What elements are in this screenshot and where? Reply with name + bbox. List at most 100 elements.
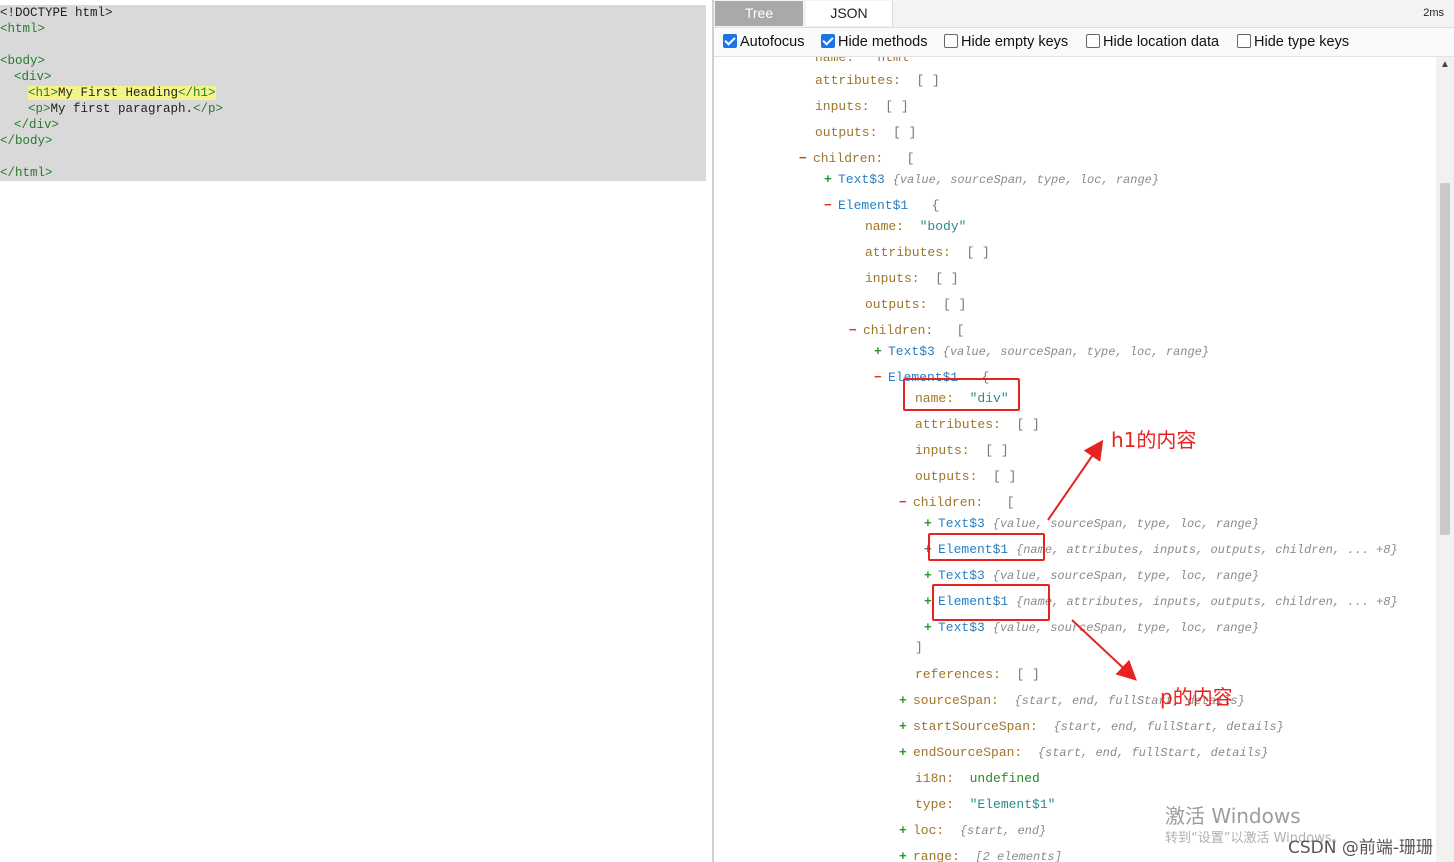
tree-row-close-bracket: ] — [915, 639, 923, 657]
empty-array: [ ] — [1016, 417, 1040, 432]
highlight-box-h1-element — [928, 533, 1045, 561]
code-line-body-open: <body> — [0, 53, 45, 69]
tree-row-outputs[interactable]: outputs: [ ] — [865, 296, 966, 314]
tab-json[interactable]: JSON — [806, 1, 893, 26]
div-close-tag: </div> — [14, 118, 60, 132]
tree-row-text3[interactable]: + Text$3 {value, sourceSpan, type, loc, r… — [924, 567, 1259, 585]
p-text: My first paragraph. — [50, 102, 194, 116]
tree-row-references[interactable]: references: [ ] — [915, 666, 1040, 684]
tree-row-attributes[interactable]: attributes: [ ] — [815, 72, 940, 90]
scroll-thumb[interactable] — [1440, 183, 1450, 535]
collapse-toggle[interactable]: − — [849, 322, 863, 340]
tree-row-i18n[interactable]: i18n: undefined — [915, 770, 1040, 788]
csdn-author-label: CSDN @前端-珊珊 — [1288, 838, 1434, 858]
hide-methods-checkbox[interactable] — [821, 34, 835, 48]
tree-row-loc[interactable]: + loc: {start, end} — [899, 822, 1046, 840]
key-inputs: inputs: — [815, 99, 870, 114]
tree-row-inputs[interactable]: inputs: [ ] — [915, 442, 1009, 460]
expand-toggle[interactable]: + — [899, 718, 913, 736]
tree-row-children[interactable]: − children: [ — [849, 322, 964, 340]
key-outputs: outputs: — [915, 469, 978, 484]
annotation-h1: h1的内容 — [1111, 428, 1197, 452]
key-children: children: — [863, 323, 934, 338]
option-hide-methods[interactable]: Hide methods — [821, 34, 927, 50]
tree-row-outputs[interactable]: outputs: [ ] — [815, 124, 916, 142]
node-summary: {name, attributes, inputs, outputs, chil… — [1016, 595, 1398, 609]
expand-toggle[interactable]: + — [824, 171, 838, 189]
tree-row-name-body[interactable]: name: "body" — [865, 218, 966, 236]
tree-row-outputs[interactable]: outputs: [ ] — [915, 468, 1016, 486]
tree-row-attributes[interactable]: attributes: [ ] — [865, 244, 990, 262]
tree-row-inputs[interactable]: inputs: [ ] — [865, 270, 959, 288]
tree-row-text3[interactable]: + Text$3 {value, sourceSpan, type, loc, r… — [924, 515, 1259, 533]
hide-type-keys-checkbox[interactable] — [1237, 34, 1251, 48]
option-hide-type-keys[interactable]: Hide type keys — [1237, 34, 1349, 50]
expand-toggle[interactable]: + — [924, 619, 938, 637]
node-summary: {value, sourceSpan, type, loc, range} — [992, 621, 1260, 635]
type-text3: Text$3 — [938, 516, 985, 531]
expand-toggle[interactable]: + — [899, 692, 913, 710]
expand-toggle[interactable]: + — [924, 515, 938, 533]
html-close-tag: </html> — [0, 166, 53, 180]
tree-row-name-cut: name: "html" — [815, 57, 916, 67]
code-line-div-open: <div> — [14, 69, 52, 85]
tree-scrollbar[interactable]: ▲ — [1436, 57, 1454, 862]
body-open-tag: <body> — [0, 54, 46, 68]
collapse-toggle[interactable]: − — [899, 494, 913, 512]
expand-toggle[interactable]: + — [924, 567, 938, 585]
tree-row-children[interactable]: − children: [ — [899, 494, 1014, 512]
key-inputs: inputs: — [915, 443, 970, 458]
collapse-toggle[interactable]: − — [824, 197, 838, 215]
scroll-up-icon[interactable]: ▲ — [1440, 60, 1450, 70]
tree-row-type[interactable]: type: "Element$1" — [915, 796, 1055, 814]
expand-toggle[interactable]: + — [899, 744, 913, 762]
tree-row-attributes[interactable]: attributes: [ ] — [915, 416, 1040, 434]
h1-close-tag: </h1> — [178, 86, 216, 100]
type-text3: Text$3 — [838, 172, 885, 187]
code-line-doctype: <!DOCTYPE html> — [0, 5, 113, 21]
option-hide-location-data[interactable]: Hide location data — [1086, 34, 1219, 50]
tree-row-text3[interactable]: + Text$3 {value, sourceSpan, type, loc, r… — [824, 171, 1159, 189]
expand-toggle[interactable]: + — [899, 848, 913, 862]
autofocus-checkbox[interactable] — [723, 34, 737, 48]
type-text3: Text$3 — [888, 344, 935, 359]
hide-location-data-checkbox[interactable] — [1086, 34, 1100, 48]
empty-array: [ ] — [916, 73, 940, 88]
option-autofocus[interactable]: Autofocus — [723, 34, 805, 50]
value-type: "Element$1" — [969, 797, 1056, 812]
tree-row-startsourcespan[interactable]: + startSourceSpan: {start, end, fullStart… — [899, 718, 1284, 736]
expand-toggle[interactable]: + — [874, 343, 888, 361]
tab-tree[interactable]: Tree — [715, 1, 803, 26]
close-bracket: ] — [915, 640, 923, 655]
tree-row-element-body[interactable]: − Element$1 { — [824, 197, 939, 215]
annotation-p: p的内容 — [1160, 685, 1233, 709]
collapse-toggle[interactable]: − — [799, 150, 813, 168]
code-line-h1: <h1>My First Heading</h1> — [28, 85, 216, 101]
tree-row-text3[interactable]: + Text$3 {value, sourceSpan, type, loc, r… — [874, 343, 1209, 361]
key-loc: loc: — [913, 823, 945, 838]
tree-row-endsourcespan[interactable]: + endSourceSpan: {start, end, fullStart, … — [899, 744, 1268, 762]
html-source-panel[interactable]: <!DOCTYPE html> <html> <body> <div> <h1>… — [0, 5, 706, 181]
tree-row-range[interactable]: + range: [2 elements] — [899, 848, 1062, 862]
value-undefined: undefined — [969, 771, 1040, 786]
key-inputs: inputs: — [865, 271, 920, 286]
key-children: children: — [913, 495, 984, 510]
tree-row-inputs[interactable]: inputs: [ ] — [815, 98, 909, 116]
option-hide-empty-keys[interactable]: Hide empty keys — [944, 34, 1068, 50]
value-body: "body" — [919, 219, 967, 234]
node-summary: {name, attributes, inputs, outputs, chil… — [1016, 543, 1398, 557]
ast-explorer-panel: Tree JSON 2ms Autofocus Hide methods Hid… — [714, 0, 1454, 862]
code-line-body-close: </body> — [0, 133, 53, 149]
div-open-tag: <div> — [14, 70, 52, 84]
hide-empty-keys-checkbox[interactable] — [944, 34, 958, 48]
expand-toggle[interactable]: + — [899, 822, 913, 840]
tree-row-text3[interactable]: + Text$3 {value, sourceSpan, type, loc, r… — [924, 619, 1259, 637]
key-name: name: — [865, 219, 905, 234]
options-bar: Autofocus Hide methods Hide empty keys H… — [714, 28, 1454, 57]
p-close-tag: </p> — [193, 102, 224, 116]
collapse-toggle[interactable]: − — [874, 369, 888, 387]
tree-row-children[interactable]: − children: [ — [799, 150, 914, 168]
type-text3: Text$3 — [938, 568, 985, 583]
hide-methods-label: Hide methods — [838, 34, 928, 50]
empty-array: [ ] — [935, 271, 959, 286]
